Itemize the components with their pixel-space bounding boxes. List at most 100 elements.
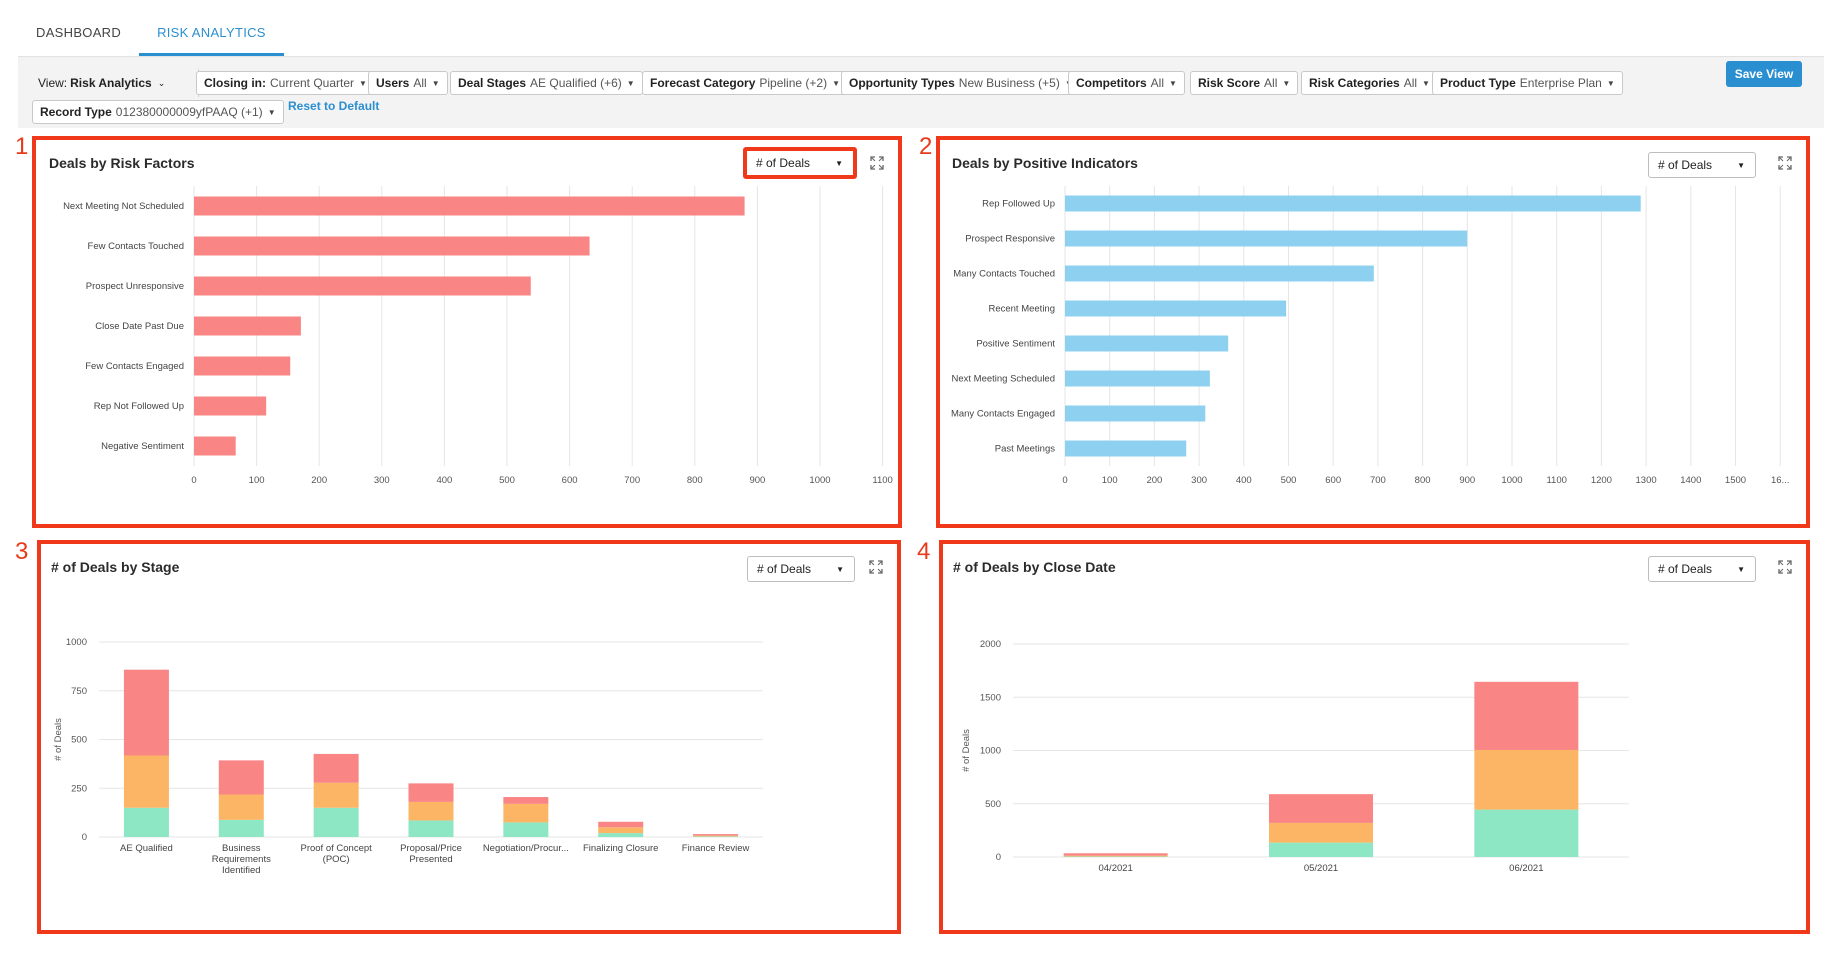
filter-key: Deal Stages bbox=[458, 76, 527, 90]
filter-value: AE Qualified (+6) bbox=[530, 76, 622, 90]
caret-down-icon: ▼ bbox=[431, 78, 440, 88]
bar-segment bbox=[218, 794, 264, 820]
caret-down-icon: ▼ bbox=[267, 107, 276, 117]
y-tick-label: 0 bbox=[996, 852, 1001, 863]
y-tick-label: 250 bbox=[71, 783, 87, 794]
filter-value: All bbox=[413, 76, 427, 90]
filter-product-type[interactable]: Product Type Enterprise Plan ▼ bbox=[1432, 71, 1623, 95]
filter-forecast-category[interactable]: Forecast Category Pipeline (+2) ▼ bbox=[642, 71, 849, 95]
category-label: Past Meetings bbox=[995, 444, 1055, 455]
panel-risk-factors: Deals by Risk Factors # of Deals ▼ 0 100 20… bbox=[32, 136, 902, 528]
category-label: Few Contacts Touched bbox=[88, 241, 184, 252]
y-tick-label: 1000 bbox=[66, 637, 87, 648]
x-tick-label: Business bbox=[222, 843, 261, 854]
bar bbox=[194, 396, 267, 416]
filter-value: Enterprise Plan bbox=[1519, 76, 1602, 90]
filter-risk-categories[interactable]: Risk Categories All ▼ bbox=[1301, 71, 1438, 95]
category-label: Prospect Unresponsive bbox=[86, 281, 184, 292]
reset-to-default-link[interactable]: Reset to Default bbox=[288, 99, 379, 113]
expand-icon[interactable] bbox=[869, 560, 883, 574]
expand-icon[interactable] bbox=[870, 156, 884, 170]
filter-record-type[interactable]: Record Type 012380000009yfPAAQ (+1) ▼ bbox=[32, 100, 284, 124]
x-tick-label: 100 bbox=[249, 475, 265, 486]
x-tick-label: Finance Review bbox=[682, 843, 750, 854]
filter-value: Current Quarter bbox=[270, 76, 355, 90]
save-view-button[interactable]: Save View bbox=[1726, 61, 1802, 87]
bar-segment bbox=[1474, 809, 1579, 857]
bar bbox=[194, 316, 301, 336]
category-label: Prospect Responsive bbox=[965, 234, 1055, 245]
view-selector[interactable]: View: Risk Analytics ⌄ bbox=[38, 71, 165, 95]
y-tick-label: 1500 bbox=[980, 692, 1001, 703]
y-tick-label: 750 bbox=[71, 686, 87, 697]
x-tick-label: Finalizing Closure bbox=[583, 843, 659, 854]
category-label: Next Meeting Not Scheduled bbox=[63, 201, 184, 212]
metric-select-value: # of Deals bbox=[757, 562, 812, 576]
filter-key: Forecast Category bbox=[650, 76, 756, 90]
panel-title: # of Deals by Stage bbox=[51, 559, 180, 575]
metric-select[interactable]: # of Deals ▼ bbox=[747, 556, 855, 582]
category-label: Many Contacts Touched bbox=[953, 269, 1055, 280]
filter-users[interactable]: Users All ▼ bbox=[368, 71, 448, 95]
panel-number: 2 bbox=[919, 133, 933, 160]
panel-number: 4 bbox=[917, 538, 931, 565]
x-tick-label: 1100 bbox=[872, 475, 892, 486]
category-label: Rep Followed Up bbox=[982, 199, 1055, 210]
caret-down-icon: ▼ bbox=[835, 158, 843, 168]
x-tick-label: 400 bbox=[436, 475, 452, 486]
filter-value: 012380000009yfPAAQ (+1) bbox=[115, 105, 263, 119]
metric-select-value: # of Deals bbox=[756, 156, 811, 170]
category-label: Positive Sentiment bbox=[976, 339, 1055, 350]
filter-key: Competitors bbox=[1076, 76, 1147, 90]
category-label: Rep Not Followed Up bbox=[94, 401, 184, 412]
bar-segment bbox=[313, 807, 359, 837]
bar-segment bbox=[1269, 794, 1373, 823]
x-tick-label: Negotiation/Procur... bbox=[483, 843, 569, 854]
view-selector-key: View: bbox=[38, 76, 68, 90]
x-tick-label: 0 bbox=[1062, 475, 1067, 486]
filter-key: Record Type bbox=[40, 105, 112, 119]
filter-risk-score[interactable]: Risk Score All ▼ bbox=[1190, 71, 1299, 95]
tab-dashboard[interactable]: DASHBOARD bbox=[18, 0, 139, 56]
tab-bar: DASHBOARD RISK ANALYTICS bbox=[18, 0, 1824, 56]
bar bbox=[1065, 440, 1187, 457]
filter-key: Opportunity Types bbox=[849, 76, 955, 90]
x-tick-label: 700 bbox=[1370, 475, 1386, 486]
positive-indicators-chart: 0 100 200 300 400 500 600 700 800 900 1000 1100 1200… bbox=[951, 186, 1790, 486]
filter-key: Risk Categories bbox=[1309, 76, 1400, 90]
x-tick-label: Requirements bbox=[212, 854, 271, 865]
bar-segment bbox=[693, 835, 739, 837]
category-label: Few Contacts Engaged bbox=[85, 361, 184, 372]
x-tick-label: Proof of Concept bbox=[300, 843, 372, 854]
caret-down-icon: ▼ bbox=[1606, 78, 1615, 88]
x-tick-label: 16... bbox=[1771, 475, 1790, 486]
filter-competitors[interactable]: Competitors All ▼ bbox=[1068, 71, 1185, 95]
filter-value: All bbox=[1264, 76, 1278, 90]
bar-segment bbox=[408, 820, 454, 837]
x-tick-label: 200 bbox=[311, 475, 327, 486]
y-tick-label: 500 bbox=[71, 735, 87, 746]
expand-icon[interactable] bbox=[1778, 560, 1792, 574]
x-tick-label: AE Qualified bbox=[120, 843, 173, 854]
bar-segment bbox=[598, 827, 644, 834]
metric-select[interactable]: # of Deals ▼ bbox=[1648, 152, 1756, 178]
metric-select[interactable]: # of Deals ▼ bbox=[743, 147, 857, 179]
filter-key: Closing in: bbox=[204, 76, 266, 90]
metric-select[interactable]: # of Deals ▼ bbox=[1648, 556, 1756, 582]
expand-icon[interactable] bbox=[1778, 156, 1792, 170]
x-tick-label: 1500 bbox=[1725, 475, 1746, 486]
bar bbox=[1065, 335, 1229, 352]
x-tick-label: 600 bbox=[562, 475, 578, 486]
y-tick-label: 0 bbox=[82, 832, 87, 843]
filter-opportunity-types[interactable]: Opportunity TypesNew Business (+5)▼ bbox=[841, 71, 1081, 95]
x-tick-label: (POC) bbox=[323, 854, 350, 865]
bar-segment bbox=[1474, 749, 1579, 810]
tab-risk-analytics[interactable]: RISK ANALYTICS bbox=[139, 0, 284, 56]
panel-title: Deals by Risk Factors bbox=[49, 155, 195, 171]
bar-segment bbox=[1269, 842, 1373, 857]
bar bbox=[194, 236, 590, 256]
filter-closing-in[interactable]: Closing in: Current Quarter ▼ bbox=[196, 71, 375, 95]
filter-deal-stages[interactable]: Deal Stages AE Qualified (+6) ▼ bbox=[450, 71, 643, 95]
bar-segment bbox=[123, 669, 169, 756]
bar-segment bbox=[503, 797, 549, 804]
